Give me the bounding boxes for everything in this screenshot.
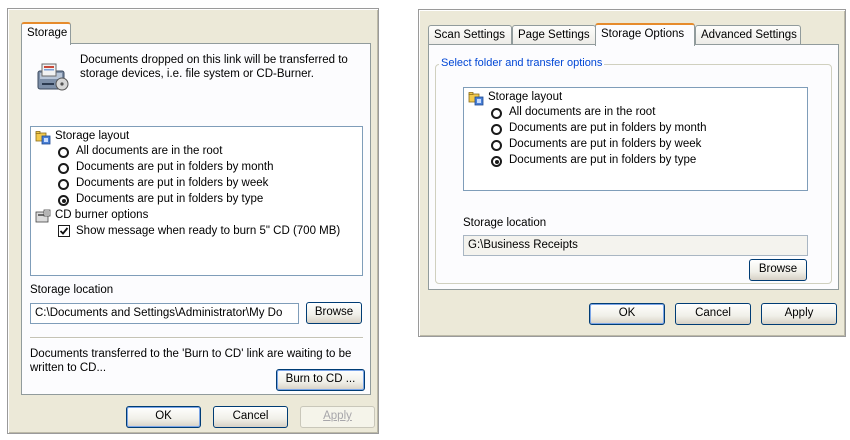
option-week-label: Documents are put in folders by week [76, 177, 269, 189]
option-week-label: Documents are put in folders by week [509, 138, 702, 150]
tab-page-settings[interactable]: Page Settings [512, 25, 596, 45]
radio-week[interactable] [58, 179, 69, 190]
storage-location-label: Storage location [30, 284, 114, 296]
option-root-label: All documents are in the root [509, 106, 656, 118]
apply-button[interactable]: Apply [300, 406, 375, 428]
storage-location-field[interactable]: G:\Business Receipts [463, 235, 808, 256]
scanner-properties-dialog: Scan Settings Page Settings Storage Opti… [418, 9, 846, 337]
intro-text: Documents dropped on this link will be t… [80, 54, 348, 80]
burn-to-cd-button[interactable]: Burn to CD ... [276, 369, 365, 391]
radio-root[interactable] [491, 108, 502, 119]
cd-burner-label: CD burner options [55, 209, 149, 221]
apply-label: Apply [323, 410, 352, 422]
option-month-label: Documents are put in folders by month [76, 161, 274, 173]
storage-location-label: Storage location [463, 217, 547, 229]
radio-type[interactable] [491, 156, 502, 167]
checkmark-icon [59, 227, 69, 235]
storage-location-field[interactable]: C:\Documents and Settings\Administrator\… [30, 303, 299, 324]
cancel-button[interactable]: Cancel [675, 303, 751, 325]
separator [30, 337, 363, 339]
radio-type[interactable] [58, 195, 69, 206]
ok-button[interactable]: OK [126, 406, 201, 428]
option-month-label: Documents are put in folders by month [509, 122, 707, 134]
radio-week[interactable] [491, 140, 502, 151]
radio-month[interactable] [58, 163, 69, 174]
show-message-checkbox[interactable] [58, 225, 70, 237]
browse-button[interactable]: Browse [749, 259, 807, 281]
tab-scan-settings[interactable]: Scan Settings [428, 25, 512, 45]
cd-burner-icon [35, 209, 51, 223]
storage-layout-tree: Storage layout All documents are in the … [463, 87, 808, 191]
option-root-label: All documents are in the root [76, 145, 223, 157]
storage-layout-label: Storage layout [55, 130, 130, 142]
radio-month[interactable] [491, 124, 502, 135]
browse-button[interactable]: Browse [306, 302, 362, 324]
storage-options-tree: Storage layout All documents are in the … [30, 126, 363, 276]
show-message-label: Show message when ready to burn 5" CD (7… [76, 225, 341, 237]
storage-properties-dialog: Storage Documents dropped on this link w… [7, 8, 379, 434]
folder-tree-icon [468, 92, 484, 106]
storage-options-panel: Select folder and transfer options Stora… [428, 44, 839, 290]
tab-advanced-settings[interactable]: Advanced Settings [695, 25, 801, 45]
storage-tab-panel: Documents dropped on this link will be t… [21, 43, 371, 395]
radio-root[interactable] [58, 147, 69, 158]
tab-storage[interactable]: Storage [21, 22, 71, 45]
option-type-label: Documents are put in folders by type [509, 154, 697, 166]
cancel-button[interactable]: Cancel [213, 406, 288, 428]
folder-tree-icon [35, 131, 51, 145]
ok-button[interactable]: OK [589, 303, 665, 325]
storage-layout-label: Storage layout [488, 91, 563, 103]
option-type-label: Documents are put in folders by type [76, 193, 264, 205]
group-title: Select folder and transfer options [439, 57, 605, 69]
apply-button[interactable]: Apply [761, 303, 837, 325]
storage-device-icon [37, 63, 69, 91]
tab-storage-options[interactable]: Storage Options [595, 23, 695, 46]
